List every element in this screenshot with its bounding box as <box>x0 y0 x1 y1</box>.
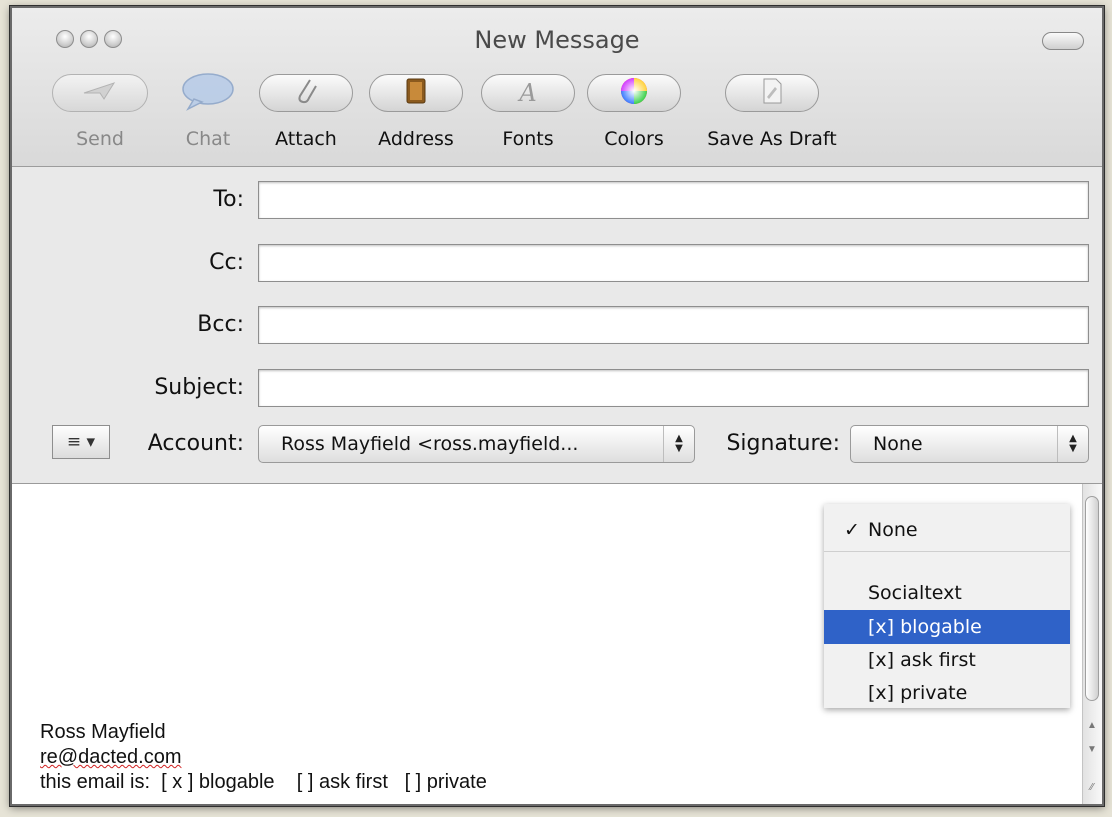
send-label: Send <box>76 128 124 150</box>
attach-label: Attach <box>275 128 337 150</box>
menu-item-socialtext[interactable]: Socialtext <box>824 576 1070 610</box>
bcc-field[interactable] <box>258 306 1089 344</box>
color-wheel-icon <box>619 76 649 111</box>
signature-dropdown-menu: ✓ None Socialtext [x] blogable [x] ask f… <box>824 504 1070 708</box>
signature-email: re@dacted.com <box>40 746 182 768</box>
to-field[interactable] <box>258 181 1089 219</box>
cc-label: Cc: <box>209 250 244 275</box>
account-label: Account: <box>147 431 244 456</box>
subject-label: Subject: <box>154 375 244 400</box>
cc-field[interactable] <box>258 244 1089 282</box>
colors-button[interactable]: Colors <box>584 74 684 150</box>
signature-policy: this email is: [ x ] blogable [ ] ask fi… <box>40 771 487 793</box>
bcc-label: Bcc: <box>197 312 244 337</box>
scroll-up-arrow-icon[interactable]: ▲ <box>1083 720 1101 731</box>
vertical-scrollbar[interactable]: ▲ ▼ ⁄⁄ <box>1082 484 1102 804</box>
menu-separator <box>824 551 1070 552</box>
chat-label: Chat <box>185 128 231 150</box>
menu-item-label: Socialtext <box>868 582 962 604</box>
colors-label: Colors <box>604 128 664 150</box>
save-as-draft-button[interactable]: Save As Draft <box>692 74 852 150</box>
up-down-arrows-icon: ▲ ▼ <box>1057 426 1088 462</box>
to-label: To: <box>213 187 244 212</box>
save-as-draft-label: Save As Draft <box>707 128 837 150</box>
address-book-icon <box>404 77 428 110</box>
menu-item-blogable[interactable]: [x] blogable <box>824 610 1070 644</box>
signature-value: None <box>873 433 923 455</box>
chat-bubble-icon <box>180 71 236 116</box>
checkmark-icon: ✓ <box>844 519 860 541</box>
menu-item-private[interactable]: [x] private <box>824 676 1070 710</box>
signature-popup[interactable]: None ▲ ▼ <box>850 425 1089 463</box>
paperclip-icon <box>292 76 320 111</box>
address-button[interactable]: Address <box>366 74 466 150</box>
fonts-label: Fonts <box>502 128 554 150</box>
address-label: Address <box>378 128 454 150</box>
window-title: New Message <box>474 26 640 54</box>
menu-item-none[interactable]: ✓ None <box>824 513 1070 547</box>
scroll-thumb[interactable] <box>1085 496 1099 701</box>
fonts-button[interactable]: A Fonts <box>478 74 578 150</box>
message-header-fields: To: Cc: Bcc: Subject: ≡ ▾ Account: Ross … <box>12 167 1102 484</box>
resize-grip-icon[interactable]: ⁄⁄ <box>1083 782 1101 793</box>
toolbar-toggle-button[interactable] <box>1042 32 1084 50</box>
account-value: Ross Mayfield <ross.mayfield... <box>281 433 579 455</box>
new-message-window: New Message Send Chat Attach Address A F… <box>10 6 1104 806</box>
menu-item-label: [x] ask first <box>868 649 976 671</box>
scroll-down-arrow-icon[interactable]: ▼ <box>1083 744 1101 755</box>
draft-icon <box>760 77 784 110</box>
send-button[interactable]: Send <box>50 74 150 150</box>
attach-button[interactable]: Attach <box>256 74 356 150</box>
title-toolbar-area: New Message Send Chat Attach Address A F… <box>12 8 1102 167</box>
menu-item-label: [x] private <box>868 682 968 704</box>
signature-label: Signature: <box>726 431 840 456</box>
font-icon: A <box>519 79 537 107</box>
subject-field[interactable] <box>258 369 1089 407</box>
chat-button[interactable]: Chat <box>168 71 248 150</box>
signature-name: Ross Mayfield <box>40 721 166 743</box>
menu-item-ask-first[interactable]: [x] ask first <box>824 643 1070 677</box>
send-icon <box>80 79 120 108</box>
menu-item-label: None <box>868 519 918 541</box>
menu-item-label: [x] blogable <box>868 616 982 638</box>
